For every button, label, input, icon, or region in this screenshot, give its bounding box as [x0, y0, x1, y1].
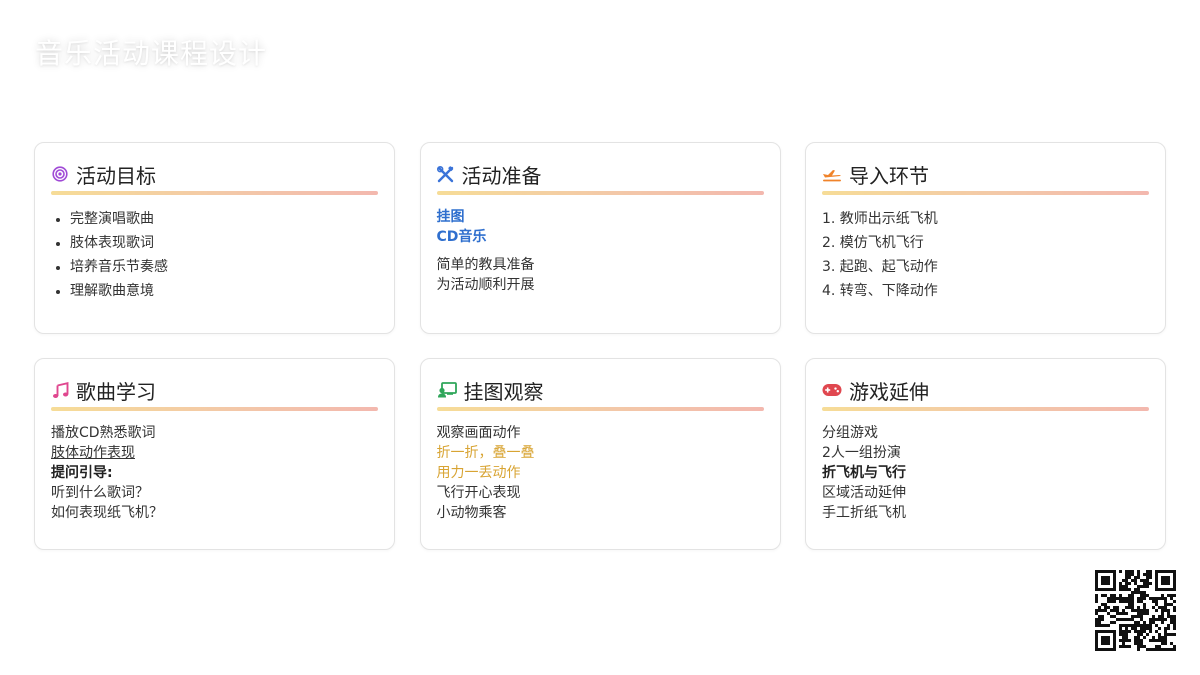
game-line: 区域活动延伸	[822, 485, 906, 501]
song-line: 提问引导:	[51, 465, 113, 481]
card-game: 游戏延伸 分组游戏 2人一组扮演 折飞机与飞行 区域活动延伸 手工折纸飞机	[805, 358, 1166, 550]
list-item: 1. 教师出示纸飞机	[822, 211, 938, 227]
card-body: 分组游戏 2人一组扮演 折飞机与飞行 区域活动延伸 手工折纸飞机	[822, 423, 1149, 523]
board-icon	[437, 381, 457, 399]
card-header: 挂图观察	[437, 375, 764, 405]
card-body: 播放CD熟悉歌词 肢体动作表现 提问引导: 听到什么歌词？ 如何表现纸飞机？	[51, 423, 378, 523]
plane-icon	[822, 165, 842, 183]
list-item: 2. 模仿飞机飞行	[822, 235, 924, 251]
card-header: 活动准备	[437, 159, 764, 189]
card-title: 活动准备	[461, 163, 542, 188]
card-song: 歌曲学习 播放CD熟悉歌词 肢体动作表现 提问引导: 听到什么歌词？ 如何表现纸…	[34, 358, 395, 550]
song-line: 播放CD熟悉歌词	[51, 425, 156, 441]
card-header: 歌曲学习	[51, 375, 378, 405]
song-line: 如何表现纸飞机？	[51, 505, 163, 521]
card-body: 完整演唱歌曲 肢体表现歌词 培养音乐节奏感 理解歌曲意境	[51, 207, 378, 303]
observe-line: 飞行开心表现	[436, 485, 521, 501]
card-observe: 挂图观察 观察画面动作 折一折，叠一叠 用力一丢动作 飞行开心表现 小动物乘客	[419, 358, 781, 550]
observe-line: 用力一丢动作	[436, 465, 521, 481]
song-line: 听到什么歌词？	[51, 485, 149, 501]
song-line: 肢体动作表现	[51, 445, 135, 461]
list-item: 完整演唱歌曲	[70, 207, 378, 231]
music-note-icon	[51, 381, 69, 399]
game-line: 2人一组扮演	[822, 445, 901, 461]
card-body: 1. 教师出示纸飞机 2. 模仿飞机飞行 3. 起跑、起飞动作 4. 转弯、下降…	[822, 207, 1149, 303]
prep-line: 为活动顺利开展	[436, 277, 535, 293]
card-prep: 活动准备 挂图 CD音乐 简单的教具准备 为活动顺利开展	[419, 142, 781, 334]
card-intro: 导入环节 1. 教师出示纸飞机 2. 模仿飞机飞行 3. 起跑、起飞动作 4. …	[805, 142, 1166, 334]
card-title: 活动目标	[76, 163, 156, 188]
step-list: 1. 教师出示纸飞机 2. 模仿飞机飞行 3. 起跑、起飞动作 4. 转弯、下降…	[822, 207, 1149, 303]
card-title: 导入环节	[849, 163, 929, 188]
card-header: 活动目标	[51, 159, 378, 189]
game-line: 手工折纸飞机	[822, 505, 906, 521]
qr-code-icon	[1095, 570, 1176, 651]
list-item: 肢体表现歌词	[70, 231, 378, 255]
list-item: 培养音乐节奏感	[70, 255, 378, 279]
list-item: 理解歌曲意境	[70, 279, 378, 303]
card-divider	[822, 191, 1149, 195]
card-header: 导入环节	[822, 159, 1149, 189]
card-grid: 活动目标 完整演唱歌曲 肢体表现歌词 培养音乐节奏感 理解歌曲意境	[34, 142, 1166, 550]
card-divider	[822, 407, 1149, 411]
card-goals: 活动目标 完整演唱歌曲 肢体表现歌词 培养音乐节奏感 理解歌曲意境	[34, 142, 395, 334]
game-line: 分组游戏	[822, 425, 878, 441]
page-title: 音乐活动课程设计	[35, 37, 268, 70]
observe-line: 折一折，叠一叠	[436, 445, 535, 461]
card-title: 游戏延伸	[849, 379, 929, 404]
target-icon	[51, 165, 69, 183]
prep-line: 简单的教具准备	[436, 257, 535, 273]
observe-line: 观察画面动作	[436, 425, 521, 441]
goal-list: 完整演唱歌曲 肢体表现歌词 培养音乐节奏感 理解歌曲意境	[51, 207, 378, 303]
gamepad-icon	[822, 381, 842, 399]
card-title: 挂图观察	[463, 379, 544, 404]
observe-line: 小动物乘客	[436, 505, 507, 521]
list-item: 3. 起跑、起飞动作	[822, 259, 938, 275]
page: 音乐活动课程设计 活动目标 完整演唱歌曲 肢体表现歌词 培养音	[0, 0, 1200, 675]
card-divider	[51, 407, 378, 411]
tools-icon	[437, 165, 455, 183]
card-divider	[436, 407, 764, 411]
prep-highlight: CD音乐	[436, 229, 487, 245]
card-header: 游戏延伸	[822, 375, 1149, 405]
card-divider	[436, 191, 764, 195]
card-divider	[51, 191, 378, 195]
game-line: 折飞机与飞行	[822, 465, 906, 481]
card-title: 歌曲学习	[76, 379, 156, 404]
card-body: 观察画面动作 折一折，叠一叠 用力一丢动作 飞行开心表现 小动物乘客	[437, 423, 764, 523]
list-item: 4. 转弯、下降动作	[822, 283, 938, 299]
card-body: 挂图 CD音乐 简单的教具准备 为活动顺利开展	[437, 207, 764, 295]
prep-highlight: 挂图	[436, 209, 465, 225]
